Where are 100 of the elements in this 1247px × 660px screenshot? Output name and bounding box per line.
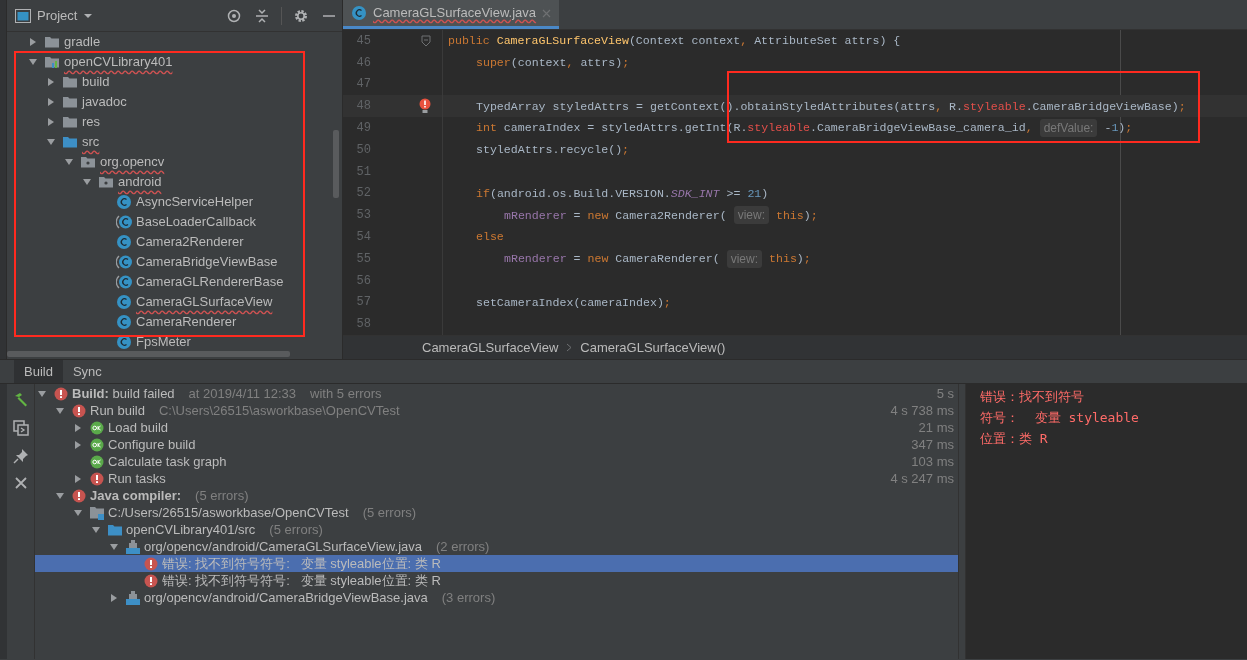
panel-tab[interactable]: Sync xyxy=(62,360,112,383)
tree-item[interactable]: BaseLoaderCallback xyxy=(136,212,256,232)
tree-item[interactable]: res xyxy=(82,112,101,132)
tree-item[interactable]: CameraBridgeViewBase xyxy=(136,252,278,272)
caret-right-icon[interactable] xyxy=(73,473,83,484)
class-icon xyxy=(116,334,132,350)
tree-item[interactable]: javadoc xyxy=(82,92,127,112)
caret-right-icon[interactable] xyxy=(46,77,56,87)
console-icon[interactable] xyxy=(12,420,29,436)
tree-item[interactable]: openCVLibrary401 xyxy=(64,52,173,72)
error-icon xyxy=(90,471,104,486)
tree-item[interactable]: src xyxy=(82,132,100,152)
line-number: 56 xyxy=(355,272,371,290)
caret-down-icon[interactable] xyxy=(55,405,65,416)
module-folder-icon xyxy=(44,55,60,69)
caret-right-icon[interactable] xyxy=(73,422,83,433)
caret-down-icon[interactable] xyxy=(28,57,38,67)
duration-text: 4 s 738 ms xyxy=(890,401,955,420)
code-text: mRenderer = new CameraRenderer( xyxy=(504,251,720,268)
folder-icon xyxy=(62,115,78,129)
breadcrumb[interactable]: CameraGLSurfaceView() xyxy=(580,337,726,358)
tree-item-detail: (5 errors) xyxy=(195,486,249,505)
tree-item-detail: C:\Users\26515\asworkbase\OpenCVTest xyxy=(158,401,400,420)
parameter-hint: view: xyxy=(726,249,763,268)
line-number: 49 xyxy=(355,120,371,138)
panel-title[interactable]: Project xyxy=(37,5,78,26)
close-icon[interactable] xyxy=(13,476,28,490)
folder-icon xyxy=(62,135,78,149)
caret-right-icon[interactable] xyxy=(109,592,119,603)
caret-down-icon[interactable] xyxy=(46,137,56,147)
folder-icon xyxy=(107,522,123,537)
tree-item[interactable]: CameraRenderer xyxy=(136,312,237,332)
tree-item-detail: at 2019/4/11 12:33 xyxy=(188,384,297,403)
dropdown-caret-icon[interactable] xyxy=(83,11,94,20)
tree-item[interactable]: Camera2Renderer xyxy=(136,232,244,252)
line-number: 54 xyxy=(355,229,371,247)
caret-down-icon[interactable] xyxy=(37,388,47,399)
error-icon xyxy=(144,573,158,588)
line-number: 57 xyxy=(355,294,371,312)
code-text: super(context, attrs); xyxy=(476,55,630,71)
tree-item[interactable]: AsyncServiceHelper xyxy=(136,192,254,212)
error-icon xyxy=(54,386,68,401)
panel-tab[interactable]: Build xyxy=(14,360,63,383)
tree-item[interactable]: gradle xyxy=(64,32,101,52)
caret-down-icon[interactable] xyxy=(109,541,119,552)
error-message: 错误：找不到符号 xyxy=(980,388,1085,406)
fold-marker-icon[interactable] xyxy=(421,34,431,47)
abstract-class-icon xyxy=(116,274,133,290)
code-text: mRenderer = new Camera2Renderer( xyxy=(504,207,727,224)
tree-item[interactable]: CameraGLSurfaceView xyxy=(136,292,273,312)
tree-item-detail: (3 errors) xyxy=(441,588,496,607)
line-number: 45 xyxy=(355,32,371,50)
caret-down-icon[interactable] xyxy=(73,507,83,518)
target-icon[interactable] xyxy=(227,8,241,23)
code-text: -1); xyxy=(1103,120,1133,137)
chevron-right-icon xyxy=(566,343,573,352)
caret-down-icon[interactable] xyxy=(91,524,101,535)
line-number: 52 xyxy=(355,185,371,203)
class-icon xyxy=(116,294,132,310)
editor-tab[interactable]: CameraGLSurfaceView.java xyxy=(343,0,560,29)
settings-icon[interactable] xyxy=(294,8,308,23)
line-number: 55 xyxy=(355,250,371,268)
collapse-all-icon[interactable] xyxy=(255,8,269,23)
class-icon xyxy=(116,314,132,330)
code-text: else xyxy=(476,229,504,246)
caret-right-icon[interactable] xyxy=(73,439,83,450)
caret-down-icon[interactable] xyxy=(64,157,74,167)
tree-item[interactable]: build xyxy=(82,72,110,92)
tree-item[interactable]: FpsMeter xyxy=(136,332,191,352)
breadcrumb[interactable]: CameraGLSurfaceView xyxy=(422,337,559,358)
package-icon xyxy=(98,175,114,189)
line-number: 58 xyxy=(355,316,371,334)
caret-right-icon[interactable] xyxy=(46,97,56,107)
line-number: 50 xyxy=(355,141,371,159)
caret-right-icon[interactable] xyxy=(28,37,38,47)
scrollbar-thumb[interactable] xyxy=(333,130,339,198)
code-text: if(android.os.Build.VERSION.SDK_INT >= 21) xyxy=(476,185,769,202)
class-icon xyxy=(116,194,132,210)
pin-icon[interactable] xyxy=(12,448,29,464)
caret-down-icon[interactable] xyxy=(55,490,65,501)
error-icon xyxy=(72,403,86,418)
tree-item-detail: with 5 errors xyxy=(310,384,382,403)
error-message: 位置：类 R xyxy=(980,430,1049,448)
code-text: setCameraIndex(cameraIndex); xyxy=(476,294,671,311)
caret-right-icon[interactable] xyxy=(46,117,56,127)
tree-item[interactable]: org.opencv xyxy=(100,152,165,172)
tree-item-detail: (5 errors) xyxy=(362,503,417,522)
caret-down-icon[interactable] xyxy=(82,177,92,187)
tree-item[interactable]: android xyxy=(118,172,162,192)
tree-item[interactable]: CameraGLRendererBase xyxy=(136,272,284,292)
line-number: 47 xyxy=(355,76,371,94)
success-icon xyxy=(90,454,104,469)
line-number: 53 xyxy=(355,207,371,225)
lightbulb-icon[interactable] xyxy=(419,98,431,115)
folder-icon xyxy=(62,75,78,89)
line-number: 51 xyxy=(355,163,371,181)
class-icon xyxy=(116,234,132,250)
scrollbar-thumb[interactable] xyxy=(7,351,290,357)
error-message: 符号： 变量 styleable xyxy=(980,409,1140,427)
duration-text: 21 ms xyxy=(918,418,955,437)
